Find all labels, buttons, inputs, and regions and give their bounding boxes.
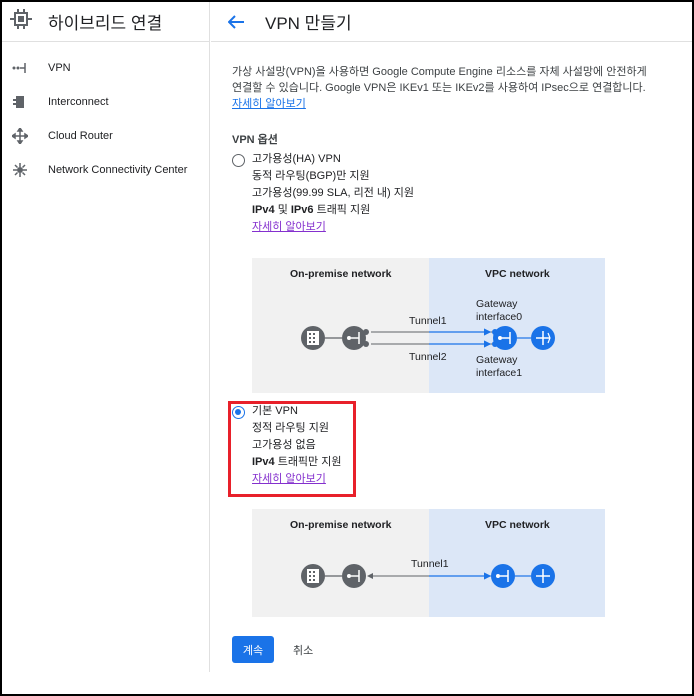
sidebar-item-network-connectivity-center[interactable]: Network Connectivity Center [2, 158, 209, 182]
option-feature: 동적 라우팅(BGP)만 지원 [252, 170, 370, 182]
on-premise-gateway-icon [342, 326, 369, 350]
learn-more-link[interactable]: 자세히 알아보기 [232, 98, 306, 110]
ha-vpn-learn-more-link[interactable]: 자세히 알아보기 [252, 221, 326, 233]
intro-text: 가상 사설망(VPN)을 사용하면 Google Compute Engine … [232, 64, 672, 112]
classic-vpn-diagram: On-premise network VPC network Tunnel1 [252, 509, 605, 617]
option-feature: 고가용성(99.99 SLA, 리전 내) 지원 [252, 187, 415, 199]
option-title: 고가용성(HA) VPN [252, 153, 341, 165]
on-premise-gateway-icon [342, 564, 366, 588]
highlight-box [228, 401, 356, 497]
cloud-router-icon [10, 128, 30, 144]
vpn-options-heading: VPN 옵션 [232, 134, 278, 146]
sidebar-item-label: VPN [48, 62, 71, 74]
page-header: VPN 만들기 [211, 2, 692, 42]
sidebar-item-label: Interconnect [48, 96, 109, 108]
sidebar-item-label: Network Connectivity Center [48, 164, 188, 176]
ha-vpn-option: 고가용성(HA) VPN 동적 라우팅(BGP)만 지원 고가용성(99.99 … [252, 151, 414, 236]
option-feature: IPv4 및 IPv6 트래픽 지원 [252, 204, 371, 216]
interconnect-icon [10, 95, 30, 109]
ha-diagram-graphics [301, 326, 555, 350]
sidebar-title: 하이브리드 연결 [48, 14, 163, 33]
sidebar: 하이브리드 연결 VPN Interconnect Cloud Router N… [2, 2, 210, 672]
network-connectivity-center-icon [10, 162, 30, 178]
intro-line: 연결할 수 있습니다. Google VPN은 IKEv1 또는 IKEv2를 … [232, 82, 646, 94]
classic-diagram-graphics [301, 564, 555, 588]
arrow-back-icon[interactable] [225, 11, 247, 33]
continue-button[interactable]: 계속 [232, 636, 274, 663]
window-frame: 하이브리드 연결 VPN Interconnect Cloud Router N… [0, 0, 694, 696]
ha-vpn-gateway-icon [492, 326, 517, 350]
sidebar-item-label: Cloud Router [48, 130, 113, 142]
page-title: VPN 만들기 [265, 14, 352, 33]
sidebar-item-interconnect[interactable]: Interconnect [2, 90, 209, 114]
classic-vpn-gateway-icon [491, 564, 515, 588]
vpn-icon [10, 62, 30, 74]
intro-line: 가상 사설망(VPN)을 사용하면 Google Compute Engine … [232, 66, 647, 78]
cloud-router-icon [531, 564, 555, 588]
ha-vpn-diagram: On-premise network VPC network Tunnel1 T… [252, 258, 605, 393]
hybrid-connectivity-icon [10, 9, 32, 34]
sidebar-item-cloud-router[interactable]: Cloud Router [2, 124, 209, 148]
cloud-router-icon [531, 326, 555, 350]
main-content: VPN 만들기 가상 사설망(VPN)을 사용하면 Google Compute… [211, 2, 692, 694]
sidebar-header: 하이브리드 연결 [2, 2, 209, 42]
ha-vpn-radio[interactable] [232, 154, 245, 167]
building-icon [301, 326, 325, 350]
building-icon [301, 564, 325, 588]
sidebar-item-vpn[interactable]: VPN [2, 56, 209, 80]
cancel-button[interactable]: 취소 [293, 642, 313, 658]
